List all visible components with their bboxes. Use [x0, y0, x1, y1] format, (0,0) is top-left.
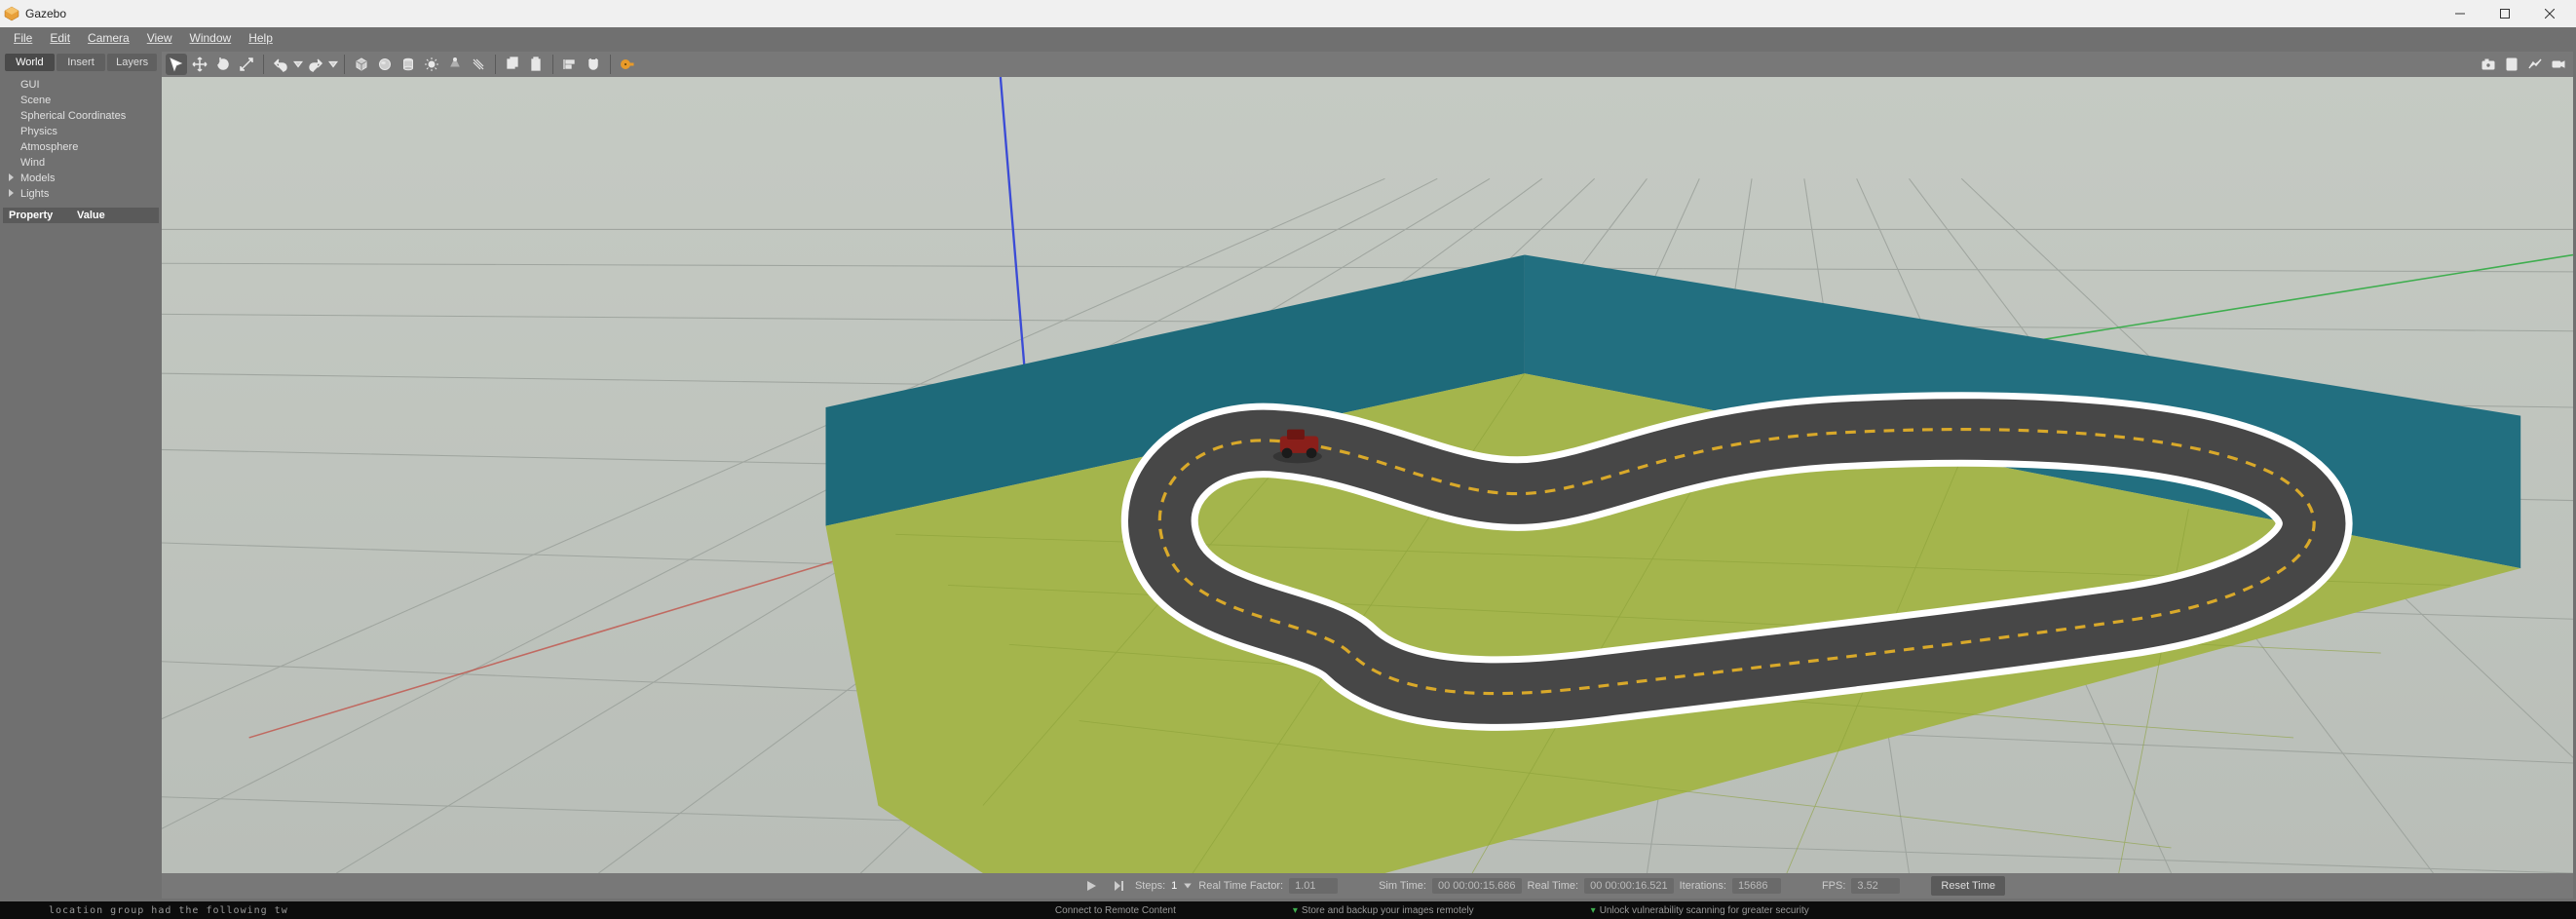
- menu-window[interactable]: Window: [182, 29, 240, 47]
- light-point[interactable]: [421, 54, 442, 75]
- promo-3: ▾Unlock vulnerability scanning for great…: [1591, 905, 1809, 916]
- tool-translate[interactable]: [189, 54, 210, 75]
- reset-time-button[interactable]: Reset Time: [1931, 876, 2005, 896]
- tab-insert[interactable]: Insert: [57, 54, 106, 71]
- steps-value: 1: [1171, 880, 1177, 892]
- tool-select[interactable]: [166, 54, 187, 75]
- tree-physics[interactable]: Physics: [5, 124, 157, 139]
- tool-redo[interactable]: [305, 54, 326, 75]
- menu-view[interactable]: View: [139, 29, 180, 47]
- promo-2: ▾Store and backup your images remotely: [1293, 905, 1474, 916]
- tree-wind[interactable]: Wind: [5, 155, 157, 171]
- tool-log[interactable]: [2501, 54, 2522, 75]
- iter-value: 15686: [1732, 878, 1781, 894]
- play-button[interactable]: [1080, 875, 1102, 897]
- menu-edit[interactable]: Edit: [42, 29, 78, 47]
- window-titlebar: Gazebo: [0, 0, 2576, 27]
- steps-label: Steps:: [1135, 880, 1165, 892]
- fps-label: FPS:: [1822, 880, 1845, 892]
- menu-bar: File Edit Camera View Window Help: [0, 27, 2576, 49]
- tool-align[interactable]: [559, 54, 581, 75]
- tree-spherical[interactable]: Spherical Coordinates: [5, 108, 157, 124]
- tool-scale[interactable]: [236, 54, 257, 75]
- tool-snap[interactable]: [583, 54, 604, 75]
- terminal-text: location group had the following tw: [49, 905, 288, 916]
- menu-file[interactable]: File: [6, 29, 40, 47]
- menu-help[interactable]: Help: [241, 29, 281, 47]
- os-bottom-fragment: location group had the following tw Conn…: [0, 901, 2576, 919]
- sim-status-bar: Steps: 1 Real Time Factor: 1.01 Sim Time…: [162, 873, 2573, 899]
- close-button[interactable]: [2527, 0, 2572, 27]
- col-property: Property: [3, 208, 71, 223]
- menu-camera[interactable]: Camera: [80, 29, 137, 47]
- 3d-viewport[interactable]: [162, 77, 2573, 873]
- col-value: Value: [71, 208, 159, 223]
- light-spot[interactable]: [444, 54, 466, 75]
- tool-copy[interactable]: [502, 54, 523, 75]
- shape-cylinder[interactable]: [398, 54, 419, 75]
- tool-rotate[interactable]: [212, 54, 234, 75]
- viewport-column: Steps: 1 Real Time Factor: 1.01 Sim Time…: [162, 52, 2573, 899]
- tool-screenshot[interactable]: [2478, 54, 2499, 75]
- panel-tabs: World Insert Layers: [3, 52, 159, 73]
- tree-atmosphere[interactable]: Atmosphere: [5, 139, 157, 155]
- realtime-label: Real Time:: [1528, 880, 1579, 892]
- steps-dropdown[interactable]: [1183, 875, 1193, 897]
- shape-box[interactable]: [351, 54, 372, 75]
- tab-layers[interactable]: Layers: [107, 54, 157, 71]
- promo-1: Connect to Remote Content: [1055, 905, 1176, 916]
- undo-dropdown[interactable]: [293, 54, 303, 75]
- light-directional[interactable]: [468, 54, 489, 75]
- window-title: Gazebo: [25, 7, 66, 20]
- shape-sphere[interactable]: [374, 54, 396, 75]
- main-toolbar: [162, 52, 2573, 77]
- realtime-value: 00 00:00:16.521: [1584, 878, 1674, 894]
- step-button[interactable]: [1108, 875, 1129, 897]
- redo-dropdown[interactable]: [328, 54, 338, 75]
- tree-models[interactable]: Models: [5, 171, 157, 186]
- tab-world[interactable]: World: [5, 54, 55, 71]
- rtf-value: 1.01: [1289, 878, 1338, 894]
- rtf-label: Real Time Factor:: [1198, 880, 1283, 892]
- tool-plot[interactable]: [2524, 54, 2546, 75]
- property-grid: Property Value: [3, 208, 159, 899]
- simtime-value: 00 00:00:15.686: [1432, 878, 1522, 894]
- tree-lights[interactable]: Lights: [5, 186, 157, 202]
- gazebo-icon: [4, 6, 19, 21]
- iter-label: Iterations:: [1680, 880, 1726, 892]
- left-panel: World Insert Layers GUI Scene Spherical …: [3, 52, 159, 899]
- tool-undo[interactable]: [270, 54, 291, 75]
- tool-record[interactable]: [2548, 54, 2569, 75]
- tool-paste[interactable]: [525, 54, 547, 75]
- tool-tape-measure[interactable]: [617, 54, 638, 75]
- tree-scene[interactable]: Scene: [5, 93, 157, 108]
- minimize-button[interactable]: [2438, 0, 2482, 27]
- tree-gui[interactable]: GUI: [5, 77, 157, 93]
- world-tree: GUI Scene Spherical Coordinates Physics …: [3, 73, 159, 206]
- fps-value: 3.52: [1851, 878, 1900, 894]
- maximize-button[interactable]: [2482, 0, 2527, 27]
- simtime-label: Sim Time:: [1379, 880, 1426, 892]
